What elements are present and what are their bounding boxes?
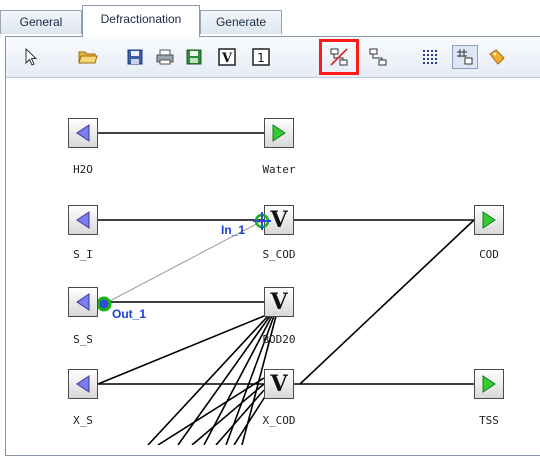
node-x-s[interactable] [68, 369, 98, 399]
tab-generate[interactable]: Generate [200, 10, 282, 34]
output-arrow-icon [482, 375, 496, 393]
app-window: General Defractionation Generate V 1 H2O… [0, 0, 540, 456]
node-cod[interactable] [474, 205, 504, 235]
tag-icon[interactable] [486, 46, 508, 68]
node-s-s[interactable] [68, 287, 98, 317]
tab-bar: General Defractionation Generate [0, 0, 540, 37]
save-icon[interactable] [124, 46, 146, 68]
node-tss[interactable] [474, 369, 504, 399]
flow-canvas[interactable]: H2O Water S_I V S_COD In_1 COD Out_1 S_S… [6, 78, 540, 445]
out-port-marker[interactable] [96, 296, 112, 312]
node-x-cod[interactable]: V [264, 369, 294, 399]
export-icon[interactable] [183, 46, 205, 68]
v-box-glyph: V [221, 51, 233, 66]
node-water[interactable] [264, 118, 294, 148]
input-arrow-icon [76, 211, 90, 229]
label-x-cod: X_COD [262, 414, 296, 427]
print-icon[interactable] [154, 46, 176, 68]
port-label-out-1: Out_1 [112, 307, 147, 321]
open-folder-icon[interactable] [77, 46, 99, 68]
one-box-icon[interactable]: 1 [250, 46, 272, 68]
input-arrow-icon [76, 124, 90, 142]
label-tss: TSS [479, 414, 499, 427]
port-label-in-1: In_1 [221, 223, 246, 237]
label-x-s: X_S [73, 414, 93, 427]
input-arrow-icon [76, 375, 90, 393]
label-s-cod: S_COD [262, 248, 296, 261]
output-arrow-icon [482, 211, 496, 229]
link-xcod-bundle-1[interactable] [157, 377, 265, 445]
tab-general[interactable]: General [0, 10, 82, 34]
v-glyph: V [270, 371, 288, 397]
link-xcod-cod[interactable] [299, 219, 475, 385]
v-glyph: V [270, 289, 288, 315]
v-box-icon[interactable]: V [216, 46, 238, 68]
link-tool-icon[interactable] [367, 46, 389, 68]
input-arrow-icon [76, 293, 90, 311]
node-s-i[interactable] [68, 205, 98, 235]
label-cod: COD [479, 248, 499, 261]
grid-icon[interactable] [419, 46, 441, 68]
link-xs-bod20[interactable] [97, 315, 265, 385]
node-bod20[interactable]: V [264, 287, 294, 317]
label-bod20: BOD20 [262, 333, 296, 346]
label-water: Water [262, 163, 296, 176]
output-arrow-icon [272, 124, 286, 142]
one-box-glyph: 1 [257, 51, 265, 65]
toolbar: V 1 [6, 37, 540, 78]
in-port-marker[interactable] [250, 209, 274, 233]
snap-icon[interactable] [452, 45, 478, 69]
pointer-icon[interactable] [20, 46, 42, 68]
label-h2o: H2O [73, 163, 93, 176]
highlight-box [319, 39, 359, 75]
label-s-s: S_S [73, 333, 93, 346]
node-h2o[interactable] [68, 118, 98, 148]
tab-defractionation[interactable]: Defractionation [82, 5, 200, 37]
label-s-i: S_I [73, 248, 93, 261]
